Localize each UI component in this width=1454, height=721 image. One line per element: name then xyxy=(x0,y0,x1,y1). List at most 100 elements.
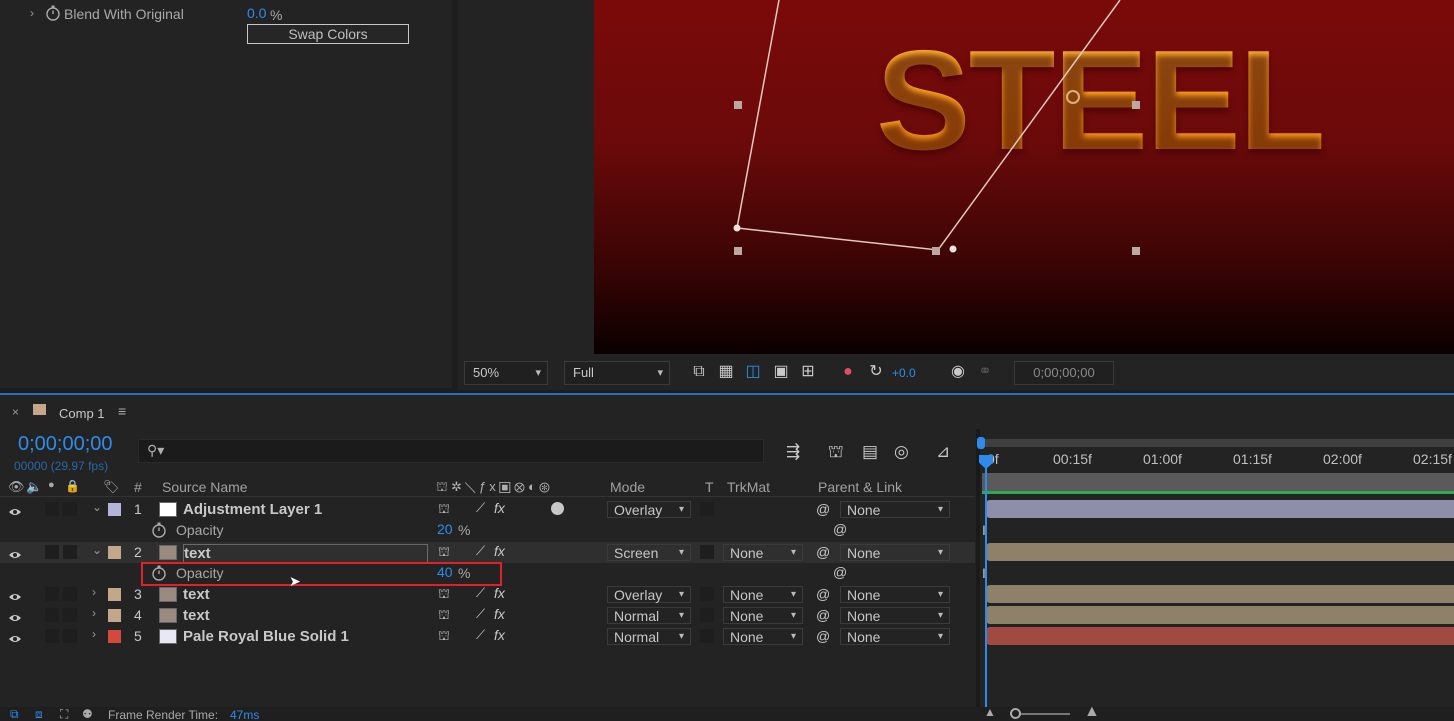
transform-handle[interactable] xyxy=(1132,247,1140,255)
reset-exposure-icon[interactable]: ↻ xyxy=(866,362,886,382)
preserve-transparency-toggle[interactable] xyxy=(700,545,714,559)
quality-switch-icon[interactable]: ⟋ xyxy=(476,543,485,559)
expand-collapse-icon[interactable]: ⛶ xyxy=(60,707,68,721)
layer-name[interactable]: text xyxy=(183,544,428,563)
zoom-in-icon[interactable]: ▲ xyxy=(1084,703,1100,721)
visibility-eye-icon[interactable] xyxy=(8,589,22,605)
visibility-eye-icon[interactable] xyxy=(8,610,22,626)
transfer-controls-icon[interactable]: ⧈ xyxy=(35,707,43,721)
audio-icon[interactable]: 🔈 xyxy=(26,479,42,495)
layer-duration-bar[interactable] xyxy=(986,606,1454,624)
pick-whip-icon[interactable]: @ xyxy=(816,607,830,623)
mask-visibility-icon[interactable]: ◫ xyxy=(743,362,763,382)
chevron-right-icon[interactable]: › xyxy=(92,627,96,641)
solo-toggle[interactable] xyxy=(45,629,59,643)
solo-icon[interactable]: ● xyxy=(48,479,55,491)
layer-row[interactable]: › 3 text ⛫ ⟋ fx Overlay ▾ None ▾ @ None ▾ xyxy=(0,584,975,605)
track-matte-select[interactable]: None ▾ xyxy=(723,586,803,603)
visibility-eye-icon[interactable] xyxy=(8,631,22,647)
lock-toggle[interactable] xyxy=(63,502,77,516)
parent-select[interactable]: None ▾ xyxy=(840,544,950,561)
parent-select[interactable]: None ▾ xyxy=(840,586,950,603)
viewer-timecode[interactable]: 0;00;00;00 xyxy=(1014,361,1114,385)
blend-mode-select[interactable]: Overlay ▾ xyxy=(607,586,691,603)
fx-switch-icon[interactable]: fx xyxy=(494,500,505,516)
layer-row[interactable]: ⌄ 2 text ⛫ ⟋ fx Screen ▾ None ▾ @ None ▾ xyxy=(0,542,975,563)
work-area-track[interactable] xyxy=(982,473,1454,491)
resolution-select[interactable]: Full ▾ xyxy=(564,361,670,385)
parent-select[interactable]: None ▾ xyxy=(840,501,950,518)
snapshot-camera-icon[interactable]: ◉ xyxy=(948,362,968,382)
color-channels-icon[interactable]: ● xyxy=(838,362,858,382)
expand-chevron-icon[interactable]: › xyxy=(30,6,34,20)
blend-mode-select[interactable]: Overlay ▾ xyxy=(607,501,691,518)
quality-switch-icon[interactable]: ⟋ xyxy=(476,627,485,643)
fast-previews-icon[interactable]: ⧉ xyxy=(689,362,709,382)
zoom-slider-thumb[interactable] xyxy=(1010,708,1021,719)
opacity-value[interactable]: 20 xyxy=(437,521,453,537)
track-matte-select[interactable]: None ▾ xyxy=(723,607,803,624)
layer-duration-bar[interactable] xyxy=(986,585,1454,603)
shy-switch-icon[interactable]: ⛫ xyxy=(438,628,450,646)
zoom-out-icon[interactable]: ▲ xyxy=(984,705,996,719)
label-tag-icon[interactable]: 🏷 xyxy=(103,479,120,495)
stopwatch-icon[interactable] xyxy=(151,522,167,538)
label-color-swatch[interactable] xyxy=(108,503,121,516)
layer-name[interactable]: text xyxy=(183,607,210,624)
preserve-transparency-toggle[interactable] xyxy=(700,587,714,601)
layer-duration-bar[interactable] xyxy=(986,543,1454,561)
solo-toggle[interactable] xyxy=(45,545,59,559)
adjustment-layer-switch-icon[interactable] xyxy=(551,502,564,515)
blend-mode-select[interactable]: Normal ▾ xyxy=(607,628,691,645)
layer-name[interactable]: Adjustment Layer 1 xyxy=(183,501,322,518)
shy-switch-icon[interactable]: ⛫ xyxy=(438,607,450,625)
work-area-bar[interactable] xyxy=(982,491,1454,494)
zoom-select[interactable]: 50% ▾ xyxy=(464,361,548,385)
lock-icon[interactable]: 🔒 xyxy=(65,479,80,493)
motion-blur-icon[interactable]: ◎ xyxy=(894,442,909,462)
label-color-swatch[interactable] xyxy=(108,546,121,559)
layer-row[interactable]: › 5 Pale Royal Blue Solid 1 ⛫ ⟋ fx Norma… xyxy=(0,626,975,647)
composition-canvas[interactable]: STEEL xyxy=(594,0,1454,354)
pick-whip-icon[interactable]: @ xyxy=(816,586,830,602)
layer-duration-bar[interactable] xyxy=(986,500,1454,518)
chevron-right-icon[interactable]: › xyxy=(92,606,96,620)
frame-blending-icon[interactable]: ▤ xyxy=(862,442,878,462)
label-color-swatch[interactable] xyxy=(108,609,121,622)
solo-toggle[interactable] xyxy=(45,587,59,601)
quality-switch-icon[interactable]: ⟋ xyxy=(476,585,485,601)
fx-switch-icon[interactable]: fx xyxy=(494,585,505,601)
shy-switch-icon[interactable]: ⛫ xyxy=(438,501,450,519)
show-snapshot-icon[interactable]: ⚭ xyxy=(975,362,995,382)
quality-switch-icon[interactable]: ⟋ xyxy=(476,500,485,516)
navigator-start-handle[interactable] xyxy=(977,437,985,449)
stopwatch-icon[interactable] xyxy=(45,5,61,21)
label-color-swatch[interactable] xyxy=(108,630,121,643)
grid-guides-icon[interactable]: ⊞ xyxy=(798,362,818,382)
comp-tab-label[interactable]: Comp 1 xyxy=(59,406,105,421)
close-tab-icon[interactable]: × xyxy=(12,405,19,419)
column-source-name[interactable]: Source Name xyxy=(162,479,248,495)
graph-editor-icon[interactable]: ⊿ xyxy=(936,442,950,462)
comp-flowchart-icon[interactable]: ⧉ xyxy=(10,707,19,721)
chevron-right-icon[interactable]: › xyxy=(92,585,96,599)
blend-mode-select[interactable]: Screen ▾ xyxy=(607,544,691,561)
track-matte-select[interactable]: None ▾ xyxy=(723,628,803,645)
draft-3d-icon[interactable]: ⇶ xyxy=(786,442,800,462)
preserve-transparency-toggle[interactable] xyxy=(700,502,714,516)
lock-toggle[interactable] xyxy=(63,545,77,559)
shy-layers-icon[interactable]: ⛫ xyxy=(828,442,844,464)
solo-toggle[interactable] xyxy=(45,502,59,516)
region-of-interest-icon[interactable]: ▣ xyxy=(771,362,791,382)
layer-name[interactable]: Pale Royal Blue Solid 1 xyxy=(183,628,349,645)
current-time-display[interactable]: 0;00;00;00 xyxy=(18,433,113,456)
track-matte-select[interactable]: None ▾ xyxy=(723,544,803,561)
parent-select[interactable]: None ▾ xyxy=(840,628,950,645)
lock-toggle[interactable] xyxy=(63,608,77,622)
opacity-property-row[interactable]: Opacity 20 % @ xyxy=(0,520,975,541)
layer-search-input[interactable]: ⚲▾ xyxy=(138,439,764,463)
chevron-down-icon[interactable]: ⌄ xyxy=(92,543,102,557)
fx-switch-icon[interactable]: fx xyxy=(494,627,505,643)
layer-duration-bar[interactable] xyxy=(986,627,1454,645)
pick-whip-icon[interactable]: @ xyxy=(816,501,830,517)
